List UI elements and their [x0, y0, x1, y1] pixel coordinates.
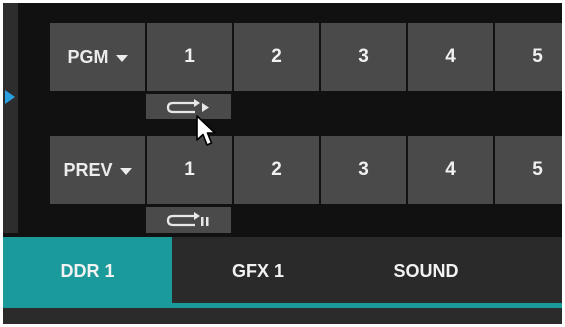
pgm-label: PGM [67, 46, 109, 67]
bottom-panel-strip [3, 308, 562, 324]
prev-source-4[interactable]: 4 [408, 136, 495, 204]
prev-label: PREV [63, 159, 113, 180]
tab-bar: DDR 1 GFX 1 SOUND [3, 237, 562, 305]
prev-source-5[interactable]: 5 [495, 136, 562, 204]
prev-loop-pause-button[interactable] [146, 207, 231, 233]
tab-gfx-1[interactable]: GFX 1 [203, 237, 313, 305]
chevron-down-icon [115, 54, 128, 62]
prev-source-3[interactable]: 3 [321, 136, 408, 204]
row-marker-icon [5, 90, 15, 104]
prev-source-2[interactable]: 2 [234, 136, 321, 204]
pgm-row: PGM 1 2 3 4 5 [50, 23, 562, 91]
loop-pause-icon [166, 212, 208, 227]
pgm-source-3[interactable]: 3 [321, 23, 408, 91]
left-side-strip [3, 3, 18, 233]
tab-ddr-1[interactable]: DDR 1 [3, 237, 172, 305]
prev-dropdown[interactable]: PREV [50, 136, 147, 204]
loop-play-icon [166, 98, 209, 113]
tab-sound[interactable]: SOUND [371, 237, 481, 305]
prev-row: PREV 1 2 3 4 5 [50, 136, 562, 204]
pgm-source-1[interactable]: 1 [147, 23, 234, 91]
mouse-cursor-icon [196, 115, 216, 146]
pgm-dropdown[interactable]: PGM [50, 23, 147, 91]
chevron-down-icon [119, 167, 132, 175]
live-switcher-panel: PGM 1 2 3 4 5 PREV 1 2 3 4 5 DDR 1 GFX 1… [3, 3, 562, 324]
prev-source-1[interactable]: 1 [147, 136, 234, 204]
pgm-source-2[interactable]: 2 [234, 23, 321, 91]
pgm-source-4[interactable]: 4 [408, 23, 495, 91]
pgm-source-5[interactable]: 5 [495, 23, 562, 91]
